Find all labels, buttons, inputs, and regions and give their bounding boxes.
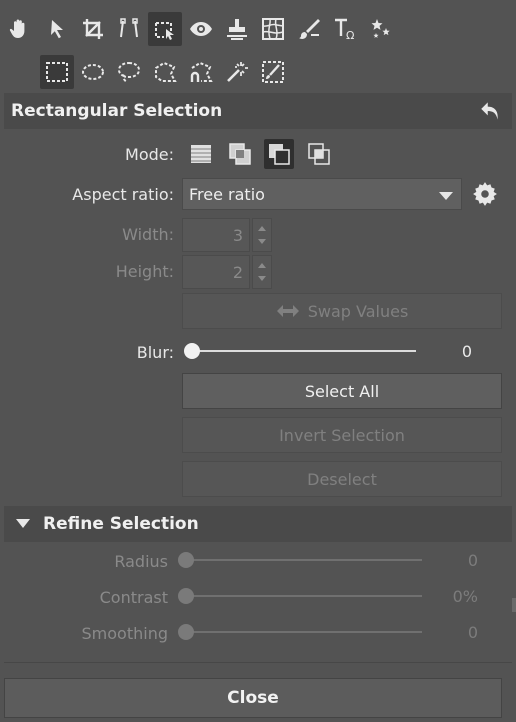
brush-tool[interactable] [292,12,326,46]
mode-label: Mode: [125,145,174,164]
aspect-ratio-select[interactable]: Free ratio [182,178,462,210]
width-input[interactable]: 3 [182,218,250,252]
contrast-label: Contrast [99,588,168,607]
stepper-down-icon [258,276,266,281]
brush-select-icon [262,61,284,83]
smoothing-value: 0 [467,623,478,642]
mode-new-icon [191,145,211,163]
blur-slider-knob[interactable] [184,343,200,359]
contrast-slider-track[interactable] [186,595,422,597]
perspective-icon [120,18,138,38]
selection-tool-icon [155,22,174,40]
collapse-triangle-icon [16,519,30,528]
contrast-slider-knob[interactable] [178,588,194,604]
height-input[interactable]: 2 [182,255,250,289]
magnetic-lasso-tool[interactable] [184,55,218,89]
blur-label: Blur: [136,343,174,362]
svg-text:Ω: Ω [346,29,354,41]
stepper-up-icon [258,226,266,231]
undo-arrow-icon [481,102,498,120]
magic-wand-tool[interactable] [220,55,254,89]
width-stepper[interactable] [252,218,272,252]
height-label: Height: [115,262,174,281]
refine-selection-header[interactable]: Refine Selection [4,506,512,542]
stepper-down-icon [258,239,266,244]
mode-subtract-button[interactable] [264,139,294,169]
radius-label: Radius [114,552,168,571]
brush-icon [299,19,320,39]
select-all-button[interactable]: Select All [182,373,502,409]
mode-add-button[interactable] [225,139,255,169]
divider [4,662,512,663]
chevron-down-icon [439,192,453,200]
rectangle-select-tool[interactable] [40,55,74,89]
aspect-ratio-value: Free ratio [189,185,265,204]
polygon-lasso-tool[interactable] [148,55,182,89]
smoothing-label: Smoothing [81,624,168,643]
mode-add-icon [229,143,251,165]
scrollbar-grip[interactable] [512,598,516,612]
radius-value: 0 [467,551,478,570]
rectangle-select-icon [46,62,68,82]
smoothing-slider-track[interactable] [186,631,422,633]
stepper-up-icon [258,263,266,268]
effects-tool[interactable] [364,12,398,46]
gear-icon [473,182,497,206]
mode-subtract-icon [269,144,290,165]
blur-value: 0 [461,342,472,361]
magnetic-lasso-icon [190,61,213,82]
rectangular-selection-header: Rectangular Selection [4,93,512,129]
ellipse-select-icon [82,64,104,80]
move-tool[interactable] [40,12,74,46]
stars-icon [371,19,390,38]
aspect-settings-button[interactable] [472,181,498,207]
text-tool[interactable]: Ω [328,12,362,46]
swap-values-label: Swap Values [307,301,409,321]
clone-tool[interactable] [220,12,254,46]
radius-slider-knob[interactable] [178,552,194,568]
hand-tool[interactable] [2,12,36,46]
text-icon: Ω [335,18,354,41]
radius-slider-track[interactable] [186,559,422,561]
swap-arrows-icon [276,305,299,317]
lasso-tool[interactable] [112,55,146,89]
crop-icon [83,19,103,39]
magic-wand-icon [227,62,248,82]
invert-selection-button[interactable]: Invert Selection [182,417,502,453]
refine-title: Refine Selection [43,514,199,534]
reset-button[interactable] [478,98,504,124]
smoothing-slider-knob[interactable] [178,624,194,640]
perspective-tool[interactable] [112,12,146,46]
aspect-ratio-label: Aspect ratio: [72,185,174,204]
swap-values-button[interactable]: Swap Values [182,293,502,329]
liquify-icon [262,18,284,40]
liquify-tool[interactable] [256,12,290,46]
eye-icon [190,22,212,36]
mode-intersect-icon [308,143,330,165]
crop-tool[interactable] [76,12,110,46]
mode-new-button[interactable] [186,139,216,169]
polygon-lasso-icon [155,61,177,82]
contrast-value: 0% [452,587,478,606]
redeye-tool[interactable] [184,12,218,46]
stamp-icon [227,19,247,40]
brush-select-tool[interactable] [256,55,290,89]
height-stepper[interactable] [252,255,272,289]
width-value: 3 [232,226,243,245]
close-button[interactable]: Close [4,678,502,718]
ellipse-select-tool[interactable] [76,55,110,89]
height-value: 2 [232,263,243,282]
width-label: Width: [122,225,174,244]
selection-tool[interactable] [148,12,182,46]
hand-icon [9,19,25,38]
deselect-button[interactable]: Deselect [182,461,502,497]
mode-intersect-button[interactable] [304,139,334,169]
blur-slider-track[interactable] [192,350,416,352]
panel-title: Rectangular Selection [11,101,223,121]
arrow-pointer-icon [51,20,63,39]
lasso-icon [117,62,141,83]
